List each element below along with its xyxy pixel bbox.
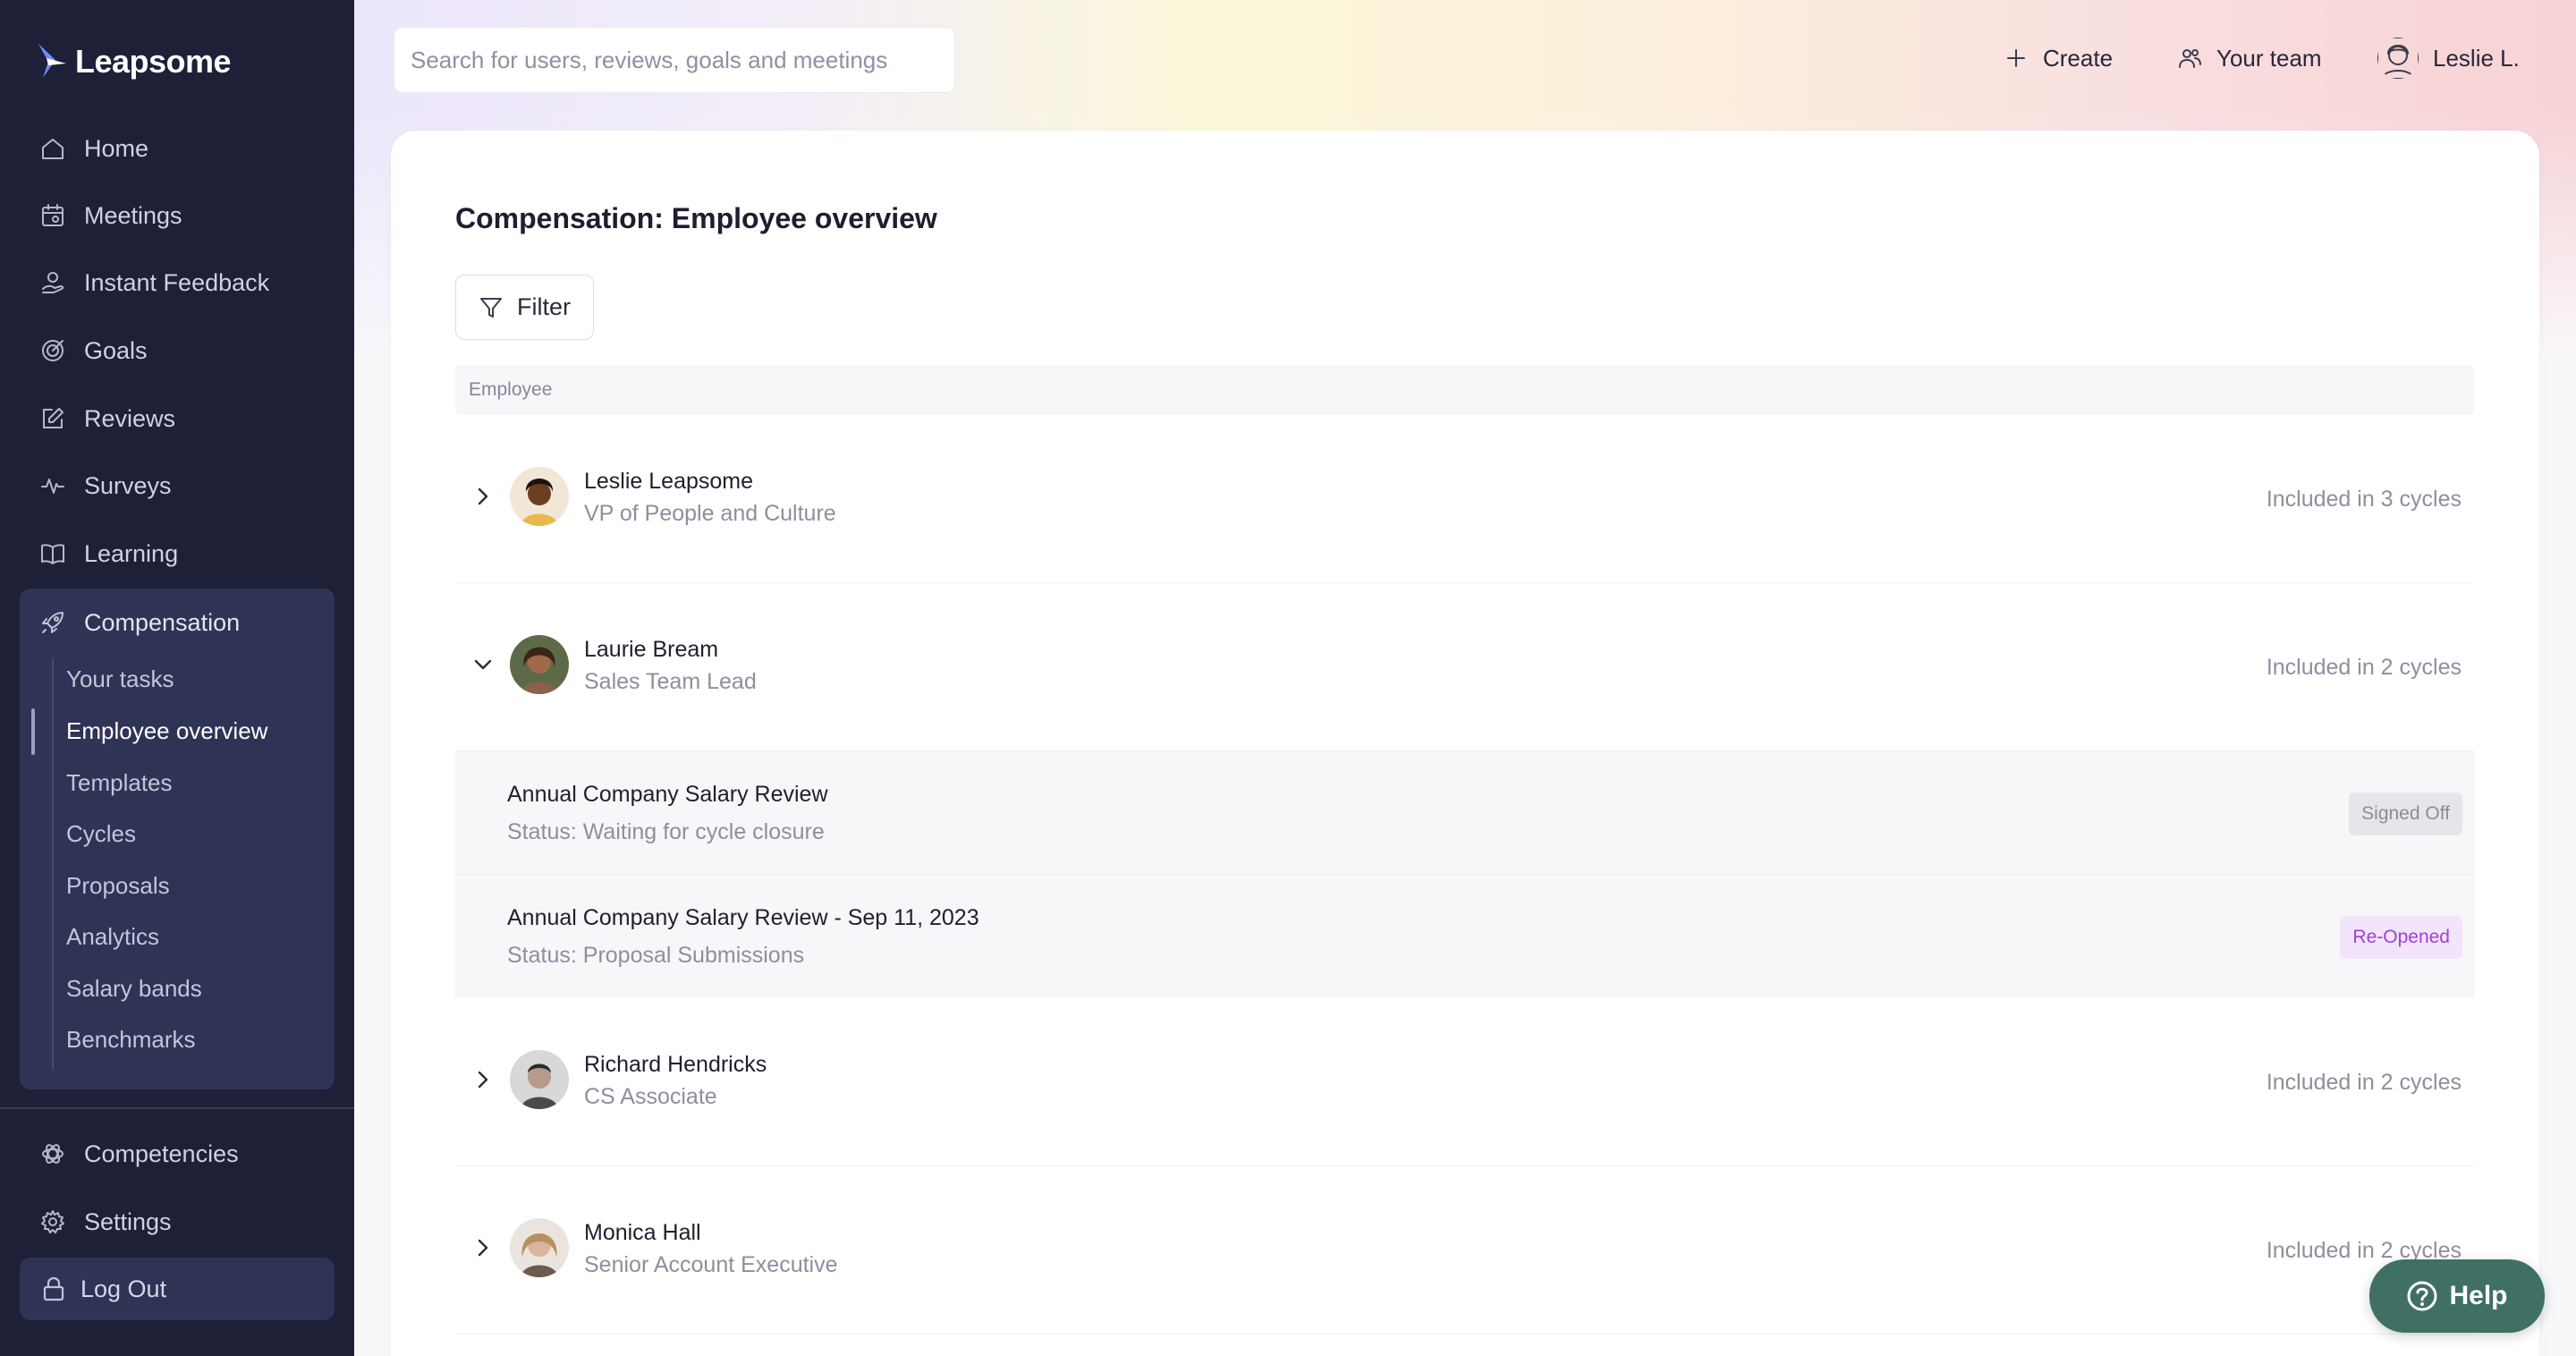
leapsome-logo-icon — [38, 44, 66, 78]
table-row[interactable]: Laurie Bream Sales Team Lead Included in… — [455, 583, 2474, 751]
table-header: Employee — [455, 365, 2474, 415]
active-indicator — [31, 708, 35, 755]
cycle-title[interactable]: Annual Company Salary Review — [507, 782, 828, 808]
chevron-right-icon[interactable] — [471, 485, 495, 508]
search-placeholder: Search for users, reviews, goals and mee… — [411, 46, 888, 73]
filter-icon — [480, 297, 502, 318]
help-label: Help — [2449, 1281, 2508, 1310]
target-icon — [42, 340, 64, 361]
team-icon — [2179, 49, 2201, 68]
avatar — [2377, 38, 2419, 79]
chevron-right-icon[interactable] — [471, 1068, 495, 1091]
logout-button[interactable]: Log Out — [20, 1258, 335, 1320]
atom-icon — [42, 1144, 64, 1164]
sidebar-item-instant-feedback[interactable]: Instant Feedback — [20, 254, 335, 311]
sidebar-item-label: Home — [84, 134, 149, 162]
table-row[interactable]: Richard Hendricks CS Associate Included … — [455, 998, 2474, 1166]
subnav-benchmarks[interactable]: Benchmarks — [66, 1017, 196, 1062]
subnav-employee-overview[interactable]: Employee overview — [66, 708, 267, 753]
cycle-count: Included in 3 cycles — [2266, 487, 2462, 512]
gear-icon — [41, 1210, 64, 1233]
cycle-status: Status: Waiting for cycle closure — [507, 819, 825, 844]
brand-name: Leapsome — [75, 43, 232, 80]
submenu-guide-line — [52, 658, 54, 1070]
employee-role: Senior Account Executive — [584, 1252, 838, 1277]
filter-label: Filter — [517, 293, 571, 320]
employee-name[interactable]: Monica Hall — [584, 1220, 701, 1246]
home-icon — [42, 139, 64, 159]
subnav-your-tasks[interactable]: Your tasks — [66, 657, 174, 701]
subnav-proposals[interactable]: Proposals — [66, 863, 170, 908]
sidebar-item-label: Instant Feedback — [84, 268, 270, 296]
sidebar-item-label: Competencies — [84, 1140, 239, 1167]
book-icon — [41, 544, 64, 564]
cycle-count: Included in 2 cycles — [2266, 1070, 2462, 1095]
sidebar-item-label: Meetings — [84, 201, 182, 229]
cycle-count: Included in 2 cycles — [2266, 655, 2462, 680]
filter-button[interactable]: Filter — [455, 275, 594, 340]
sidebar-divider — [0, 1107, 354, 1109]
sidebar-item-label: Goals — [84, 336, 148, 364]
avatar — [510, 1218, 569, 1277]
status-badge: Re-Opened — [2340, 916, 2462, 959]
subnav-analytics[interactable]: Analytics — [66, 914, 159, 959]
sidebar-item-learning[interactable]: Learning — [20, 525, 335, 582]
employee-name[interactable]: Laurie Bream — [584, 637, 718, 663]
question-icon — [2407, 1281, 2437, 1311]
your-team-label: Your team — [2216, 44, 2322, 72]
employee-role: VP of People and Culture — [584, 501, 836, 526]
cycle-item[interactable]: Annual Company Salary Review Status: Wai… — [455, 751, 2475, 875]
sidebar-item-surveys[interactable]: Surveys — [20, 457, 335, 514]
plus-icon — [2007, 49, 2025, 67]
sidebar-item-compensation[interactable]: Compensation — [20, 594, 335, 651]
pulse-icon — [41, 479, 64, 494]
subnav-cycles[interactable]: Cycles — [66, 811, 136, 856]
chevron-down-icon[interactable] — [471, 653, 495, 676]
logout-label: Log Out — [80, 1275, 167, 1302]
your-team-button[interactable]: Your team — [2177, 36, 2322, 81]
sidebar-item-label: Learning — [84, 539, 179, 567]
chevron-right-icon[interactable] — [471, 1236, 495, 1259]
logo[interactable]: Leapsome — [36, 39, 232, 84]
employee-name[interactable]: Leslie Leapsome — [584, 469, 753, 495]
subnav-salary-bands[interactable]: Salary bands — [66, 966, 202, 1011]
user-menu[interactable]: Leslie L. — [2377, 36, 2520, 81]
cycle-item[interactable]: Annual Company Salary Review - Sep 11, 2… — [455, 875, 2475, 998]
table-row[interactable]: Monica Hall Senior Account Executive Inc… — [455, 1166, 2474, 1335]
avatar — [510, 1050, 569, 1109]
column-employee: Employee — [469, 379, 553, 400]
sidebar-item-goals[interactable]: Goals — [20, 322, 335, 379]
sidebar-item-home[interactable]: Home — [20, 120, 335, 177]
sidebar-item-competencies[interactable]: Competencies — [20, 1125, 335, 1182]
sidebar-item-label: Settings — [84, 1208, 172, 1235]
employee-role: Sales Team Lead — [584, 669, 757, 694]
user-name: Leslie L. — [2433, 44, 2520, 72]
avatar — [510, 635, 569, 694]
sidebar-item-label: Compensation — [84, 608, 241, 636]
page-title: Compensation: Employee overview — [455, 202, 937, 234]
create-button[interactable]: Create — [2004, 36, 2113, 81]
rocket-icon — [42, 612, 64, 633]
sidebar-item-reviews[interactable]: Reviews — [20, 390, 335, 447]
create-label: Create — [2043, 44, 2114, 72]
table-row[interactable]: Leslie Leapsome VP of People and Culture… — [455, 415, 2474, 583]
status-badge: Signed Off — [2349, 792, 2462, 835]
sidebar-item-label: Reviews — [84, 404, 176, 432]
cycle-title[interactable]: Annual Company Salary Review - Sep 11, 2… — [507, 905, 979, 931]
employee-name[interactable]: Richard Hendricks — [584, 1052, 767, 1078]
cycle-status: Status: Proposal Submissions — [507, 943, 805, 968]
employee-role: CS Associate — [584, 1084, 717, 1109]
search-input[interactable]: Search for users, reviews, goals and mee… — [394, 27, 955, 93]
avatar — [510, 467, 569, 526]
lock-icon — [43, 1276, 64, 1301]
sidebar: Leapsome Home Meetings Instant Feedback … — [0, 0, 354, 1356]
sidebar-item-settings[interactable]: Settings — [20, 1193, 335, 1250]
edit-icon — [43, 408, 64, 428]
feedback-icon — [42, 272, 64, 293]
calendar-icon — [42, 204, 64, 226]
sidebar-item-label: Surveys — [84, 471, 172, 499]
sidebar-item-meetings[interactable]: Meetings — [20, 187, 335, 244]
help-button[interactable]: Help — [2369, 1259, 2545, 1333]
subnav-templates[interactable]: Templates — [66, 760, 173, 805]
